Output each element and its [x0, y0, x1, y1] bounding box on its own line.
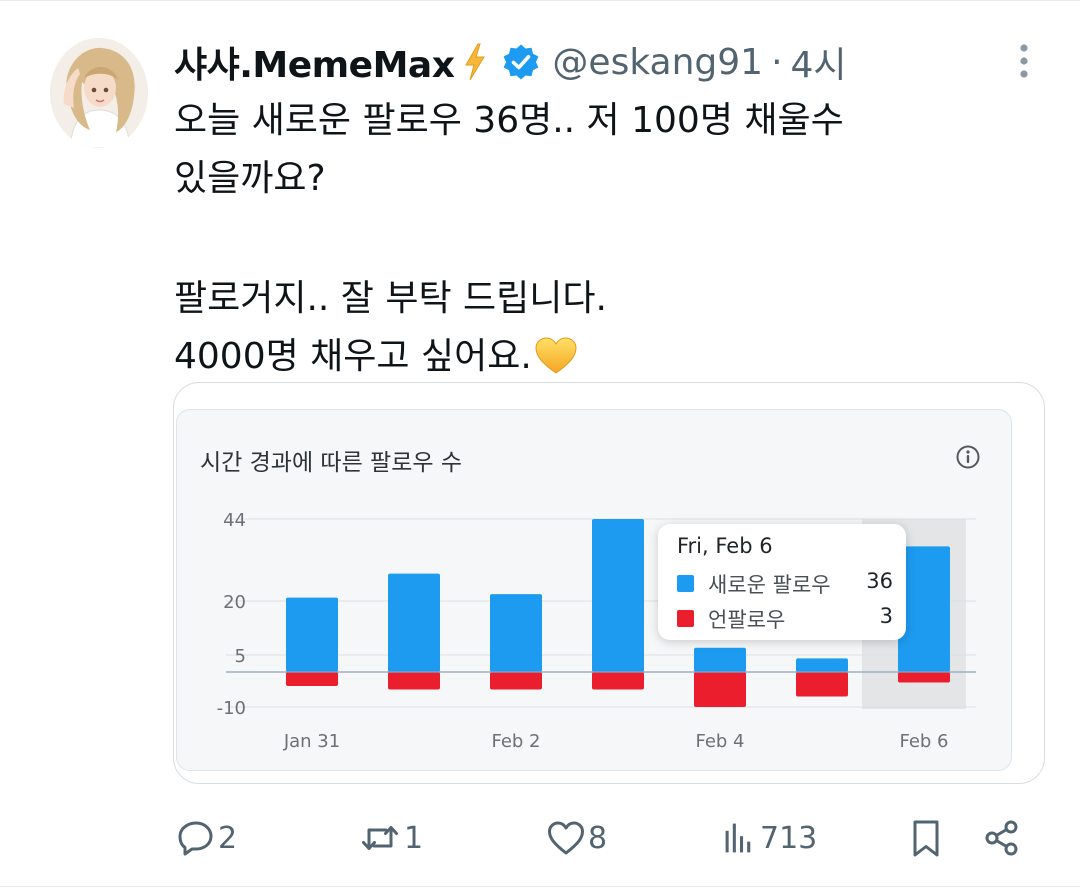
heart-outline-icon [548, 821, 584, 855]
bottom-divider [0, 886, 1080, 887]
separator-dot: · [771, 41, 783, 83]
verified-badge-icon[interactable] [502, 43, 540, 81]
action-bar: 2 1 8 713 [0, 810, 1080, 866]
bar-new-follow [388, 573, 440, 672]
share-icon [985, 820, 1018, 856]
views-button[interactable]: 713 [722, 810, 817, 866]
bar-unfollow [796, 672, 848, 697]
tweet-text-line: 있을까요? [174, 158, 326, 199]
tweet-text-line-with-emoji: 4000명 채우고 싶어요. [174, 328, 954, 386]
bar-unfollow [898, 672, 950, 683]
bar-unfollow [592, 672, 644, 690]
y-tick-label: -10 [217, 698, 246, 719]
bookmark-icon [913, 820, 939, 857]
tweet-text-line: 팔로거지.. 잘 부탁 드립니다. [174, 278, 607, 319]
bar-new-follow [796, 658, 848, 672]
like-button[interactable]: 8 [546, 810, 607, 866]
lightning-icon [465, 43, 486, 81]
bar-new-follow [694, 647, 746, 672]
bar-unfollow [388, 672, 440, 690]
y-tick-label: 20 [223, 592, 246, 613]
tweet-body: 오늘 새로운 팔로우 36명.. 저 100명 채울수 있을까요? 팔로거지..… [174, 92, 954, 386]
yellow-heart-icon [535, 337, 577, 374]
avatar-illustration [50, 38, 148, 148]
x-tick-label: Jan 31 [283, 731, 340, 752]
chart-tooltip: Fri, Feb 6 새로운 팔로우 36 언팔로우 3 [658, 524, 906, 640]
tooltip-row-unfollow: 언팔로우 3 [677, 604, 893, 632]
tooltip-value: 3 [879, 604, 893, 628]
tweet-text-line: 오늘 새로운 팔로우 36명.. 저 100명 채울수 [174, 100, 844, 141]
user-handle[interactable]: @eskang91 [552, 42, 763, 83]
retweet-count: 1 [404, 820, 424, 856]
y-tick-label: 44 [223, 510, 246, 531]
bar-new-follow [592, 519, 644, 672]
more-options-icon[interactable] [1010, 42, 1038, 82]
retweet-icon [362, 826, 398, 850]
display-name[interactable]: 샤샤.MemeMax [174, 36, 455, 88]
tweet-text-blank [174, 208, 954, 270]
x-tick-label: Feb 6 [899, 731, 948, 752]
post-time[interactable]: 4시 [791, 36, 847, 88]
x-tick-label: Feb 2 [491, 731, 540, 752]
share-button[interactable] [982, 810, 1022, 866]
avatar[interactable] [50, 38, 148, 148]
reply-count: 2 [218, 820, 238, 856]
tooltip-row-new-follow: 새로운 팔로우 36 [677, 569, 893, 597]
tweet-header: 샤샤.MemeMax @eskang91 · 4시 [174, 36, 847, 88]
bar-unfollow [490, 672, 542, 690]
bar-unfollow [694, 672, 746, 707]
y-tick-label: 5 [235, 646, 246, 667]
like-count: 8 [588, 820, 608, 856]
reply-button[interactable]: 2 [176, 810, 237, 866]
view-count: 713 [760, 820, 818, 856]
bar-unfollow [286, 672, 338, 686]
new-follow-swatch [677, 575, 694, 592]
reply-icon [178, 821, 213, 856]
bar-new-follow [490, 594, 542, 672]
x-tick-label: Feb 4 [695, 731, 744, 752]
tooltip-date: Fri, Feb 6 [677, 534, 773, 558]
bar-new-follow [286, 597, 338, 672]
tooltip-label: 새로운 팔로우 [708, 573, 831, 597]
tooltip-label: 언팔로우 [708, 608, 786, 632]
tooltip-value: 36 [866, 569, 893, 593]
tweet-text-line: 4000명 채우고 싶어요. [174, 336, 532, 377]
top-divider [0, 0, 1080, 1]
bookmark-button[interactable] [906, 810, 946, 866]
retweet-button[interactable]: 1 [358, 810, 423, 866]
analytics-icon [725, 823, 751, 853]
unfollow-swatch [677, 610, 694, 627]
